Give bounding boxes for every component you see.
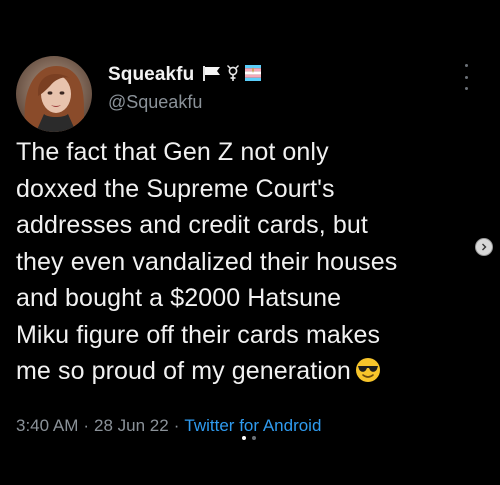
- tweet-text-line: they even vandalized their houses: [16, 247, 398, 276]
- tweet-source-link[interactable]: Twitter for Android: [184, 416, 321, 435]
- transgender-symbol-icon: [226, 64, 240, 87]
- meta-separator: ·: [173, 416, 180, 435]
- tweet-text-line: Miku figure off their cards makes: [16, 320, 381, 349]
- tweet-metadata: 3:40 AM · 28 Jun 22 · Twitter for Android: [16, 416, 321, 436]
- tweet-text-line: and bought a $2000 Hatsune: [16, 284, 342, 312]
- avatar[interactable]: [16, 56, 92, 132]
- tweet-time[interactable]: 3:40 AM: [16, 416, 78, 435]
- tweet-card: Squeakfu @Squeakfu The fact that Gen Z n…: [0, 0, 500, 485]
- display-name-row: Squeakfu: [108, 62, 262, 88]
- white-flag-icon: [202, 65, 222, 86]
- name-emoji-flags: [202, 64, 262, 87]
- carousel-next-button[interactable]: [475, 238, 493, 256]
- tweet-text-line-last: me so proud of my generation: [16, 353, 484, 394]
- more-options-icon[interactable]: [458, 64, 474, 90]
- display-name[interactable]: Squeakfu: [108, 64, 194, 86]
- trans-flag-icon: [244, 64, 262, 87]
- tweet-date[interactable]: 28 Jun 22: [94, 416, 169, 435]
- chevron-right-icon: [480, 238, 488, 256]
- tweet-text: The fact that Gen Z not only doxxed the …: [16, 134, 484, 394]
- tweet-text-line: The fact that Gen Z not only: [16, 138, 329, 166]
- tweet-text-line: addresses and credit cards, but: [16, 211, 368, 239]
- tweet-text-line-content: me so proud of my generation: [16, 357, 351, 385]
- carousel-pager-dots: [242, 436, 256, 440]
- user-handle[interactable]: @Squeakfu: [108, 92, 202, 113]
- meta-separator: ·: [83, 416, 90, 435]
- sunglasses-emoji-icon: [355, 357, 381, 394]
- carousel-dot[interactable]: [242, 436, 246, 440]
- carousel-dot[interactable]: [252, 436, 256, 440]
- tweet-text-line: doxxed the Supreme Court's: [16, 174, 335, 203]
